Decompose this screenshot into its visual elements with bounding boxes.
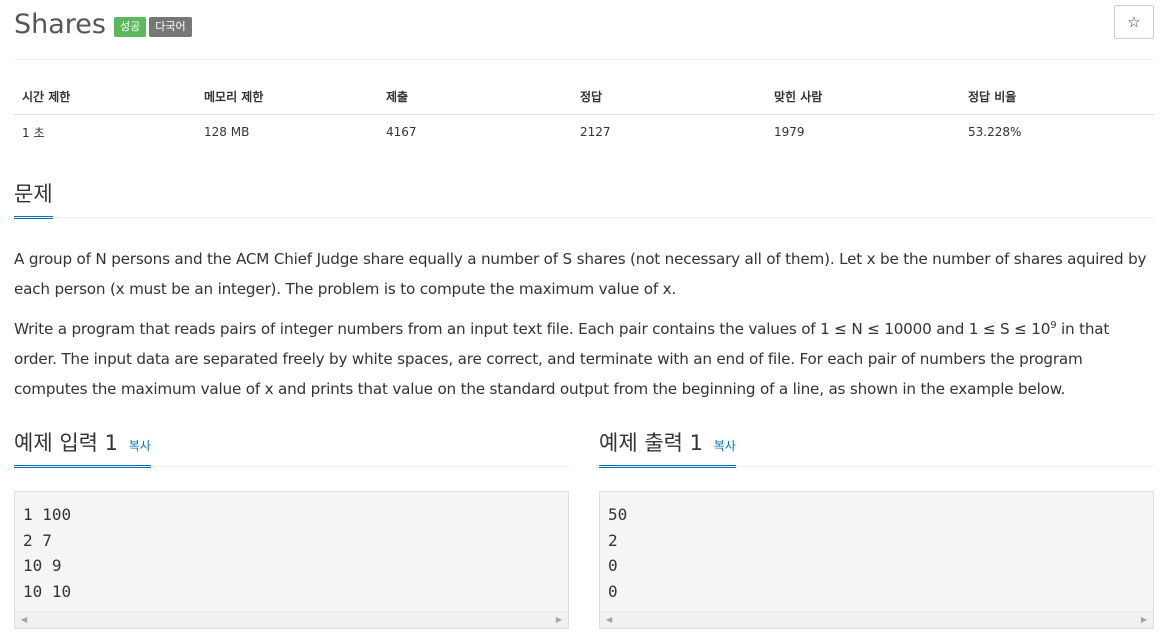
sample-input-box[interactable]: 1 100 2 7 10 9 10 10 ◀ ▶ [14,491,569,629]
description-paragraph: A group of N persons and the ACM Chief J… [14,250,1147,298]
sample-output-text[interactable]: 50 2 0 0 [600,492,1153,614]
sample-output-box[interactable]: 50 2 0 0 ◀ ▶ [599,491,1154,629]
divider [14,217,1154,218]
sample-input-title: 예제 입력 1 복사 [14,427,151,468]
favorite-star-button[interactable]: ☆ [1114,5,1154,39]
horizontal-scrollbar[interactable]: ◀ ▶ [600,611,1153,628]
info-value-row: 1 초 128 MB 4167 2127 1979 53.228% [14,114,1154,150]
description-paragraph: Write a program that reads pairs of inte… [14,320,1110,398]
star-icon: ☆ [1127,13,1141,31]
status-badge-success: 성공 [113,17,147,37]
value-memory-limit: 128 MB [204,125,250,140]
value-accepted: 2127 [580,125,611,140]
header-submissions: 제출 [378,79,572,115]
value-time-limit: 1 초 [22,125,45,140]
sample-input-text[interactable]: 1 100 2 7 10 9 10 10 [15,492,568,614]
problem-description: A group of N persons and the ACM Chief J… [14,244,1154,414]
sample-output-header: 예제 출력 1 복사 [599,427,1154,468]
header-time-limit: 시간 제한 [14,79,196,115]
problem-section-title: 문제 [14,178,53,219]
divider [599,466,1154,467]
page-title: Shares [14,8,106,40]
scroll-right-icon[interactable]: ▶ [1141,615,1147,624]
scroll-left-icon[interactable]: ◀ [606,615,612,624]
info-header-row: 시간 제한 메모리 제한 제출 정답 맞힌 사람 정답 비율 [14,79,1154,115]
scroll-right-icon[interactable]: ▶ [556,615,562,624]
header-memory-limit: 메모리 제한 [196,79,378,115]
value-submissions: 4167 [386,125,417,140]
copy-input-link[interactable]: 복사 [129,439,151,453]
horizontal-scrollbar[interactable]: ◀ ▶ [15,611,568,628]
sample-input-header: 예제 입력 1 복사 [14,427,569,468]
sample-output-title: 예제 출력 1 복사 [599,427,736,468]
divider [14,466,569,467]
title-row: Shares 성공 다국어 [14,4,192,44]
value-solvers: 1979 [774,125,805,140]
copy-output-link[interactable]: 복사 [714,439,736,453]
header-accept-ratio: 정답 비율 [960,79,1154,115]
problem-section-header: 문제 [14,178,1154,219]
header-accepted: 정답 [572,79,766,115]
problem-info-table: 시간 제한 메모리 제한 제출 정답 맞힌 사람 정답 비율 1 초 128 M… [14,79,1154,150]
header-solvers: 맞힌 사람 [766,79,960,115]
scroll-left-icon[interactable]: ◀ [21,615,27,624]
status-badge-multi-language: 다국어 [149,17,192,37]
divider [14,59,1154,60]
value-accept-ratio: 53.228% [968,125,1022,140]
